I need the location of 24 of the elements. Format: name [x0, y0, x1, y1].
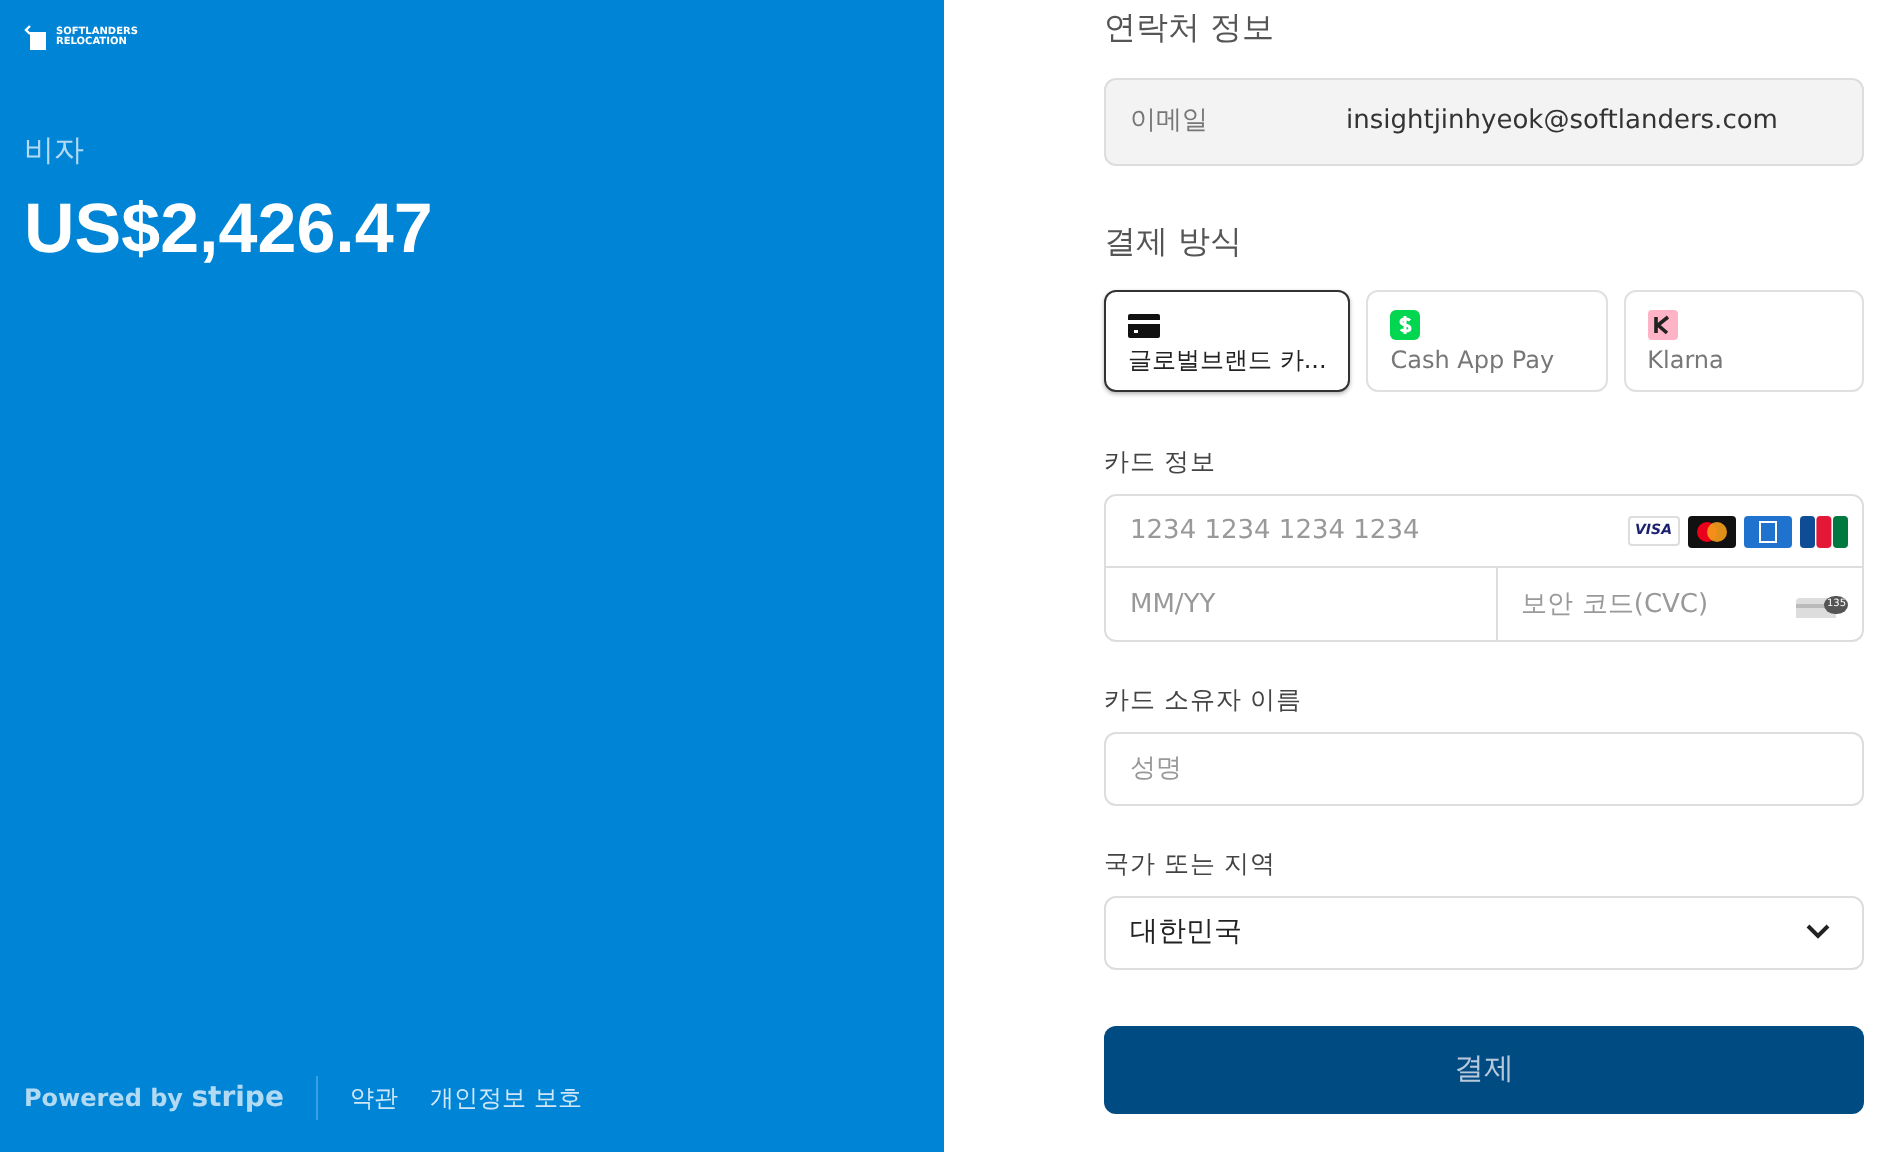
payment-method-tab[interactable]: Klarna	[1623, 290, 1865, 393]
country-select[interactable]: 대한민국	[1104, 895, 1864, 970]
dollar-icon	[1390, 310, 1421, 341]
pay-button[interactable]: 결제	[1104, 1025, 1864, 1114]
payment-method-tab[interactable]: Cash App Pay	[1366, 290, 1608, 393]
name-field[interactable]: 성명	[1106, 733, 1862, 806]
field-label: 카드 소유자 이름	[1104, 684, 1302, 715]
credit-card-icon	[1128, 313, 1160, 338]
powered-by-text: Powered by stripe	[24, 1079, 284, 1117]
amount: US$2,426.47	[24, 189, 433, 267]
chevron-down-icon	[1806, 924, 1830, 941]
field-label: 국가 또는 지역	[1104, 847, 1276, 878]
logo-icon	[24, 24, 48, 52]
section-heading: 연락처 정보	[1104, 8, 1275, 46]
footer-link[interactable]: 약관	[349, 1080, 398, 1116]
email-field[interactable]: 이메일 insightjinhyeok@softlanders.com	[1104, 78, 1864, 167]
payment-method-tab[interactable]: 글로벌브랜드 카...	[1104, 290, 1351, 393]
product-name: 비자	[24, 132, 84, 168]
footer-link[interactable]: 개인정보 보호	[429, 1080, 582, 1116]
field-label: 카드 정보	[1104, 446, 1216, 477]
mastercard-icon	[1688, 515, 1736, 548]
klarna-icon	[1647, 310, 1678, 341]
expiry-field[interactable]: MM/YY	[1104, 568, 1498, 643]
section-heading: 결제 방식	[1104, 222, 1243, 261]
